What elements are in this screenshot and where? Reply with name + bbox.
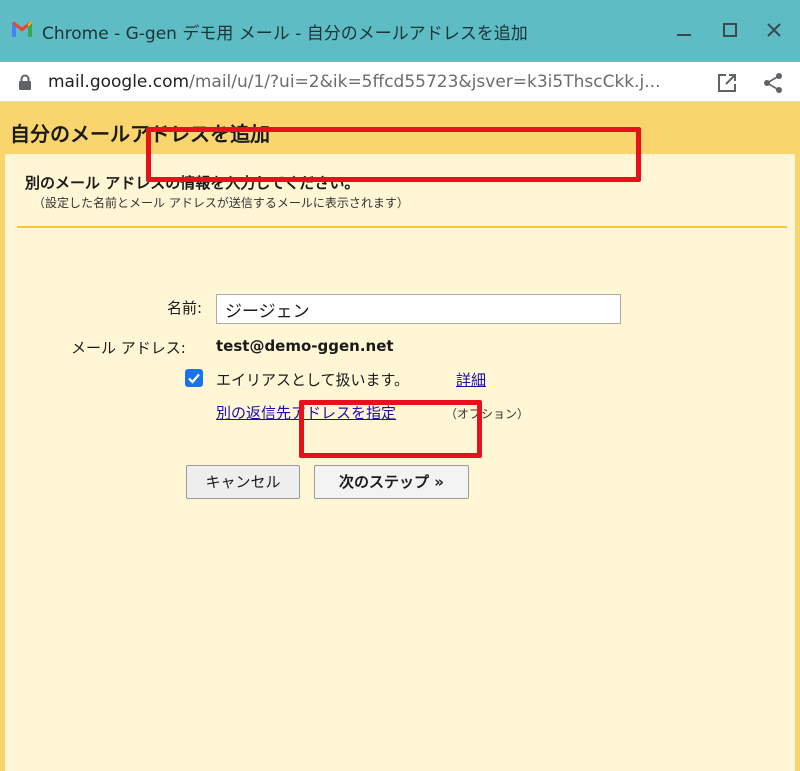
alias-details-link[interactable]: 詳細 bbox=[456, 369, 486, 390]
section-divider bbox=[17, 226, 787, 228]
name-input[interactable] bbox=[216, 294, 621, 324]
intro-subtext: （設定した名前とメール アドレスが送信するメールに表示されます） bbox=[33, 196, 409, 210]
share-icon[interactable] bbox=[762, 72, 784, 94]
next-step-button[interactable]: 次のステップ » bbox=[314, 465, 469, 499]
checkmark-icon bbox=[188, 373, 200, 384]
maximize-button[interactable] bbox=[716, 16, 744, 44]
maximize-icon bbox=[723, 23, 737, 37]
email-label: メール アドレス: bbox=[71, 339, 186, 357]
open-in-new-icon[interactable] bbox=[716, 72, 738, 94]
window-title: Chrome - G-gen デモ用 メール - 自分のメールアドレスを追加 bbox=[42, 24, 528, 44]
close-button[interactable] bbox=[760, 16, 788, 44]
minimize-button[interactable] bbox=[670, 16, 698, 44]
url-path: /mail/u/1/?ui=2&ik=5ffcd55723&jsver=k3i5… bbox=[189, 72, 661, 92]
gmail-icon bbox=[12, 21, 32, 37]
name-highlight-box bbox=[146, 127, 641, 182]
next-highlight-box bbox=[299, 400, 482, 458]
dialog-panel: 別のメール アドレスの情報を入力してください。 （設定した名前とメール アドレス… bbox=[5, 154, 795, 771]
alias-checkbox[interactable] bbox=[185, 369, 203, 387]
cancel-button[interactable]: キャンセル bbox=[186, 465, 300, 499]
close-icon bbox=[767, 23, 781, 37]
alias-label: エイリアスとして扱います。 bbox=[216, 371, 410, 389]
url-text[interactable]: mail.google.com/mail/u/1/?ui=2&ik=5ffcd5… bbox=[48, 72, 698, 92]
email-value: test@demo-ggen.net bbox=[216, 337, 394, 355]
address-bar: mail.google.com/mail/u/1/?ui=2&ik=5ffcd5… bbox=[0, 62, 800, 102]
lock-icon bbox=[19, 74, 31, 90]
window-titlebar: Chrome - G-gen デモ用 メール - 自分のメールアドレスを追加 bbox=[0, 0, 800, 62]
minimize-icon bbox=[677, 34, 691, 36]
name-label: 名前: bbox=[167, 299, 203, 317]
url-host: mail.google.com bbox=[48, 72, 190, 92]
